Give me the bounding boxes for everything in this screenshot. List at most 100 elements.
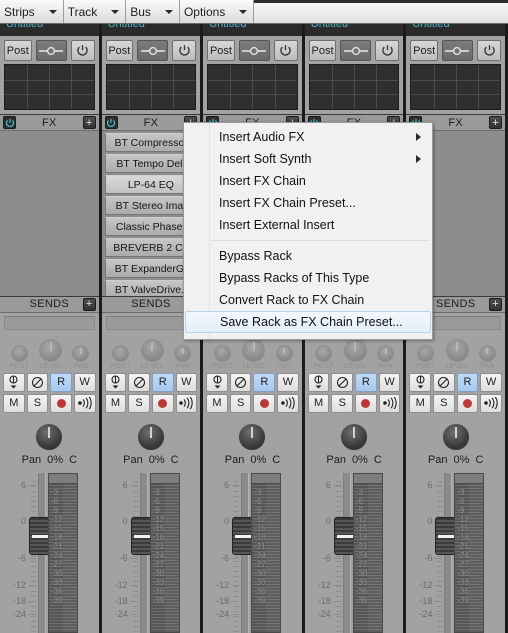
interleave-icon[interactable] bbox=[104, 372, 127, 392]
interleave-icon[interactable] bbox=[409, 372, 432, 392]
strip-title-bar[interactable]: Untitled bbox=[101, 24, 201, 36]
send-pan-control[interactable]: PAN bbox=[174, 344, 192, 370]
send-pan-knob[interactable] bbox=[275, 344, 293, 362]
output-route-icon[interactable] bbox=[441, 40, 474, 61]
post-button[interactable]: Post bbox=[4, 40, 32, 61]
send-post-knob[interactable] bbox=[416, 344, 434, 362]
send-post-control[interactable]: POST bbox=[111, 344, 131, 370]
send-post-control[interactable]: POST bbox=[314, 344, 334, 370]
mute-button[interactable]: M bbox=[104, 393, 127, 413]
context-menu-item[interactable]: Insert FX Chain bbox=[184, 170, 432, 192]
fx-rack-power-icon[interactable] bbox=[3, 116, 16, 129]
interleave-icon[interactable] bbox=[307, 372, 330, 392]
sends-add-icon[interactable]: + bbox=[488, 297, 502, 311]
solo-button[interactable]: S bbox=[128, 393, 150, 413]
pan-knob[interactable] bbox=[440, 421, 471, 452]
send-pan-control[interactable]: PAN bbox=[72, 344, 90, 370]
menu-track[interactable]: Track bbox=[63, 0, 127, 23]
send-post-knob[interactable] bbox=[213, 344, 231, 362]
solo-button[interactable]: S bbox=[26, 393, 49, 413]
record-arm-button[interactable] bbox=[151, 393, 174, 413]
fx-rack-add-icon[interactable]: + bbox=[488, 116, 502, 129]
record-arm-button[interactable] bbox=[253, 393, 276, 413]
power-icon[interactable] bbox=[172, 40, 197, 61]
volume-fader-track[interactable] bbox=[130, 472, 159, 633]
automation-write-button[interactable]: W bbox=[378, 372, 401, 392]
send-level-knob[interactable] bbox=[140, 338, 164, 362]
pan-knob[interactable] bbox=[237, 421, 268, 452]
record-arm-button[interactable] bbox=[50, 393, 72, 413]
eq-curve-display[interactable] bbox=[410, 64, 501, 110]
menu-bus[interactable]: Bus bbox=[126, 0, 180, 23]
pan-knob[interactable] bbox=[339, 421, 370, 452]
send-pan-knob[interactable] bbox=[377, 344, 395, 362]
power-icon[interactable] bbox=[273, 40, 298, 61]
automation-read-button[interactable]: R bbox=[355, 372, 377, 392]
output-route-icon[interactable] bbox=[137, 40, 169, 61]
power-icon[interactable] bbox=[477, 40, 501, 61]
power-icon[interactable] bbox=[375, 40, 400, 61]
strip-title-bar[interactable]: Untitled bbox=[304, 24, 404, 36]
post-button[interactable]: Post bbox=[308, 40, 337, 61]
context-menu-item[interactable]: Save Rack as FX Chain Preset... bbox=[185, 311, 431, 333]
automation-read-button[interactable]: R bbox=[50, 372, 72, 392]
mute-button[interactable]: M bbox=[409, 393, 432, 413]
post-button[interactable]: Post bbox=[207, 40, 235, 61]
solo-button[interactable]: S bbox=[433, 393, 455, 413]
send-post-control[interactable]: POST bbox=[9, 344, 29, 370]
strip-title-bar[interactable]: Untitled bbox=[203, 24, 302, 36]
automation-write-button[interactable]: W bbox=[277, 372, 299, 392]
send-pan-control[interactable]: PAN bbox=[478, 344, 496, 370]
channel-strip[interactable]: Untitled Post FX bbox=[0, 24, 102, 633]
phase-invert-icon[interactable] bbox=[229, 372, 252, 392]
phase-invert-icon[interactable] bbox=[128, 372, 150, 392]
eq-curve-display[interactable] bbox=[4, 64, 95, 110]
record-arm-button[interactable] bbox=[355, 393, 377, 413]
fx-rack-bin[interactable] bbox=[0, 131, 99, 296]
volume-fader-track[interactable] bbox=[435, 472, 464, 633]
input-echo-button[interactable] bbox=[73, 393, 96, 413]
menu-options[interactable]: Options bbox=[179, 0, 255, 23]
send-post-knob[interactable] bbox=[10, 344, 28, 362]
solo-button[interactable]: S bbox=[229, 393, 252, 413]
volume-fader-track[interactable] bbox=[29, 472, 57, 633]
send-slot[interactable] bbox=[4, 315, 95, 330]
eq-curve-display[interactable] bbox=[308, 64, 400, 110]
send-pan-knob[interactable] bbox=[72, 344, 90, 362]
context-menu-item[interactable]: Insert Soft Synth bbox=[184, 148, 432, 170]
post-button[interactable]: Post bbox=[105, 40, 134, 61]
automation-read-button[interactable]: R bbox=[151, 372, 174, 392]
output-route-icon[interactable] bbox=[35, 40, 67, 61]
send-level-control[interactable]: LEVEL bbox=[140, 338, 164, 370]
send-post-control[interactable]: POST bbox=[212, 344, 232, 370]
send-level-knob[interactable] bbox=[343, 338, 367, 362]
automation-write-button[interactable]: W bbox=[480, 372, 502, 392]
context-menu-item[interactable]: Bypass Rack bbox=[184, 245, 432, 267]
volume-fader-track[interactable] bbox=[232, 472, 261, 633]
send-level-knob[interactable] bbox=[39, 338, 63, 362]
pan-knob[interactable] bbox=[135, 421, 166, 452]
phase-invert-icon[interactable] bbox=[433, 372, 455, 392]
send-level-knob[interactable] bbox=[242, 338, 266, 362]
volume-fader-track[interactable] bbox=[333, 472, 362, 633]
mute-button[interactable]: M bbox=[206, 393, 228, 413]
send-pan-control[interactable]: PAN bbox=[275, 344, 293, 370]
automation-write-button[interactable]: W bbox=[175, 372, 198, 392]
fx-rack-add-icon[interactable]: + bbox=[82, 116, 96, 129]
send-pan-knob[interactable] bbox=[478, 344, 496, 362]
context-menu-item[interactable]: Bypass Racks of This Type bbox=[184, 267, 432, 289]
send-post-knob[interactable] bbox=[112, 344, 130, 362]
context-menu-item[interactable]: Insert External Insert bbox=[184, 214, 432, 236]
post-button[interactable]: Post bbox=[410, 40, 438, 61]
pan-knob[interactable] bbox=[34, 421, 65, 452]
phase-invert-icon[interactable] bbox=[331, 372, 354, 392]
solo-button[interactable]: S bbox=[331, 393, 354, 413]
strip-title-bar[interactable]: Untitled bbox=[406, 24, 505, 36]
interleave-icon[interactable] bbox=[3, 372, 25, 392]
output-route-icon[interactable] bbox=[340, 40, 372, 61]
record-arm-button[interactable] bbox=[456, 393, 479, 413]
context-menu-item[interactable]: Insert FX Chain Preset... bbox=[184, 192, 432, 214]
automation-write-button[interactable]: W bbox=[73, 372, 96, 392]
power-icon[interactable] bbox=[70, 40, 95, 61]
input-echo-button[interactable] bbox=[175, 393, 198, 413]
